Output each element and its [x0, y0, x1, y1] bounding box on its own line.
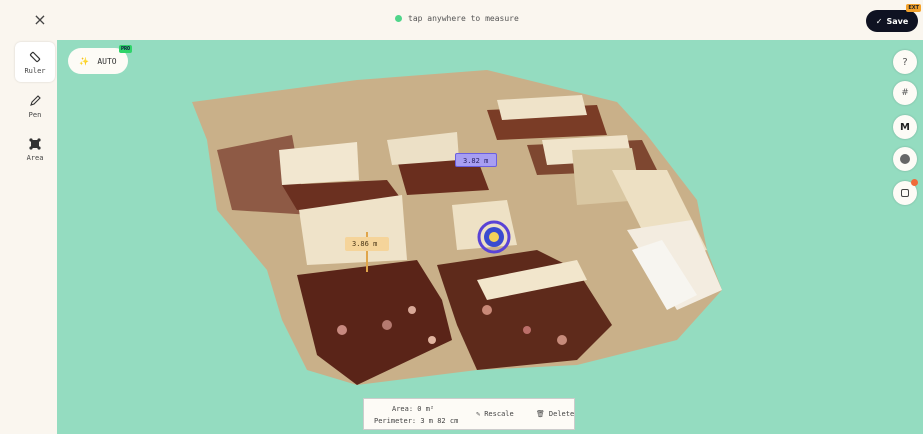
area-readout: Area: 0 m²	[392, 405, 435, 413]
close-icon: ×	[33, 10, 47, 29]
tool-label: Area	[26, 153, 44, 162]
sphere-icon	[900, 154, 910, 164]
map-button[interactable]: M	[893, 115, 917, 139]
ruler-icon	[29, 51, 41, 62]
top-bar: × tap anywhere to measure ✓ Save EXT	[0, 0, 923, 40]
hint-banner: tap anywhere to measure	[395, 14, 519, 23]
tool-sidebar: Ruler Pen Area	[12, 40, 57, 434]
perimeter-readout: Perimeter: 3 m 82 cm	[374, 417, 459, 425]
tool-area[interactable]: Area	[15, 129, 55, 169]
auto-label: AUTO	[97, 56, 117, 66]
auto-button[interactable]: ✨ AUTO PRO	[68, 45, 132, 74]
save-badge: EXT	[906, 4, 921, 12]
close-button[interactable]: ×	[30, 10, 50, 30]
dollhouse-3d-model[interactable]	[57, 40, 923, 434]
delete-label: Delete	[548, 410, 575, 418]
rescale-button[interactable]: ✎ Rescale	[476, 410, 514, 418]
tool-pen[interactable]: Pen	[15, 86, 55, 126]
magic-wand-icon: ✨	[79, 56, 90, 66]
measurement-tag-amber[interactable]: 3.86 m	[345, 237, 389, 251]
area-icon	[29, 137, 41, 150]
check-icon: ✓	[875, 16, 883, 26]
map-icon: M	[900, 121, 910, 133]
capture-icon	[901, 189, 909, 197]
tool-label: Pen	[28, 110, 42, 119]
notification-dot	[911, 179, 918, 186]
rescale-label: Rescale	[484, 410, 514, 418]
tool-label: Ruler	[24, 66, 46, 75]
save-button[interactable]: ✓ Save EXT	[866, 4, 921, 32]
hint-text: tap anywhere to measure	[408, 14, 519, 23]
grid-button[interactable]: #	[893, 81, 917, 105]
measurement-tag-purple[interactable]: 3.82 m	[455, 153, 497, 167]
pencil-icon: ✎	[476, 410, 481, 418]
save-label: Save	[886, 16, 909, 26]
status-dot-icon	[395, 15, 402, 22]
capture-button[interactable]	[893, 179, 918, 205]
delete-button[interactable]: 🗑 Delete	[536, 410, 574, 418]
model-viewport[interactable]: 3.82 m 3.86 m ✨ AUTO PRO ? # M Area: 0 m…	[57, 40, 923, 434]
tool-ruler[interactable]: Ruler	[15, 42, 55, 82]
view-toggle-button[interactable]	[893, 147, 917, 171]
help-icon: ?	[902, 56, 908, 68]
trash-icon: 🗑	[536, 410, 545, 418]
grid-icon: #	[901, 88, 909, 98]
pro-badge: PRO	[118, 45, 132, 53]
measurement-info-panel: Area: 0 m² Perimeter: 3 m 82 cm ✎ Rescal…	[363, 398, 575, 430]
help-button[interactable]: ?	[893, 50, 917, 74]
pen-icon	[30, 94, 41, 106]
